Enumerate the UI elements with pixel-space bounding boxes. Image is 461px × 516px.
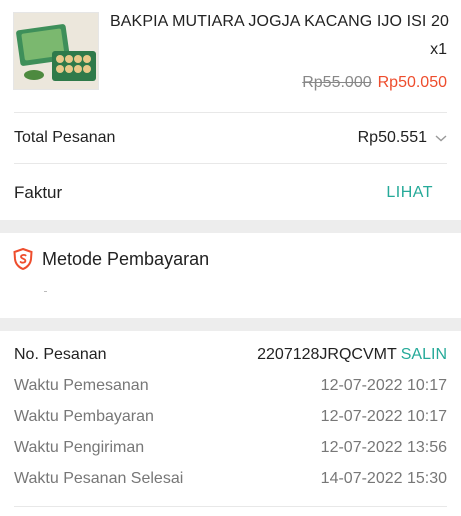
order-total-label: Total Pesanan [14,129,116,146]
divider [14,506,447,507]
completed-time-value: 14-07-2022 15:30 [320,470,447,487]
product-image [14,13,98,89]
shipping-time-label: Waktu Pengiriman [14,439,145,456]
product-quantity: x1 [430,41,447,58]
product-name: BAKPIA MUTIARA JOGJA KACANG IJO ISI 20 [110,13,450,30]
payment-time-row: Waktu Pembayaran 12-07-2022 10:17 [14,408,447,430]
payment-method-section: Metode Pembayaran [0,233,461,318]
order-number-label: No. Pesanan [14,346,107,363]
section-gap [0,318,461,331]
order-details-section: No. Pesanan 2207128JRQCVMT SALIN Waktu Pe… [0,331,461,506]
invoice-row: Faktur LIHAT [0,164,461,220]
product-thumbnail[interactable] [13,12,99,90]
order-number-row: No. Pesanan 2207128JRQCVMT SALIN [14,346,447,368]
chevron-down-icon[interactable] [435,133,447,143]
order-time-label: Waktu Pemesanan [14,377,149,394]
section-gap [0,220,461,233]
order-time-row: Waktu Pemesanan 12-07-2022 10:17 [14,377,447,399]
order-number-value: 2207128JRQCVMT [257,346,397,363]
shipping-time-row: Waktu Pengiriman 12-07-2022 13:56 [14,439,447,461]
payment-method-title: Metode Pembayaran [42,249,210,269]
discounted-price: Rp50.050 [377,74,447,91]
invoice-label: Faktur [14,183,63,202]
placeholder-mark [44,291,47,292]
completed-time-label: Waktu Pesanan Selesai [14,470,184,487]
shipping-time-value: 12-07-2022 13:56 [320,439,447,456]
payment-time-label: Waktu Pembayaran [14,408,154,425]
copy-order-number-button[interactable]: SALIN [401,346,447,363]
payment-time-value: 12-07-2022 10:17 [320,408,447,425]
order-time-value: 12-07-2022 10:17 [320,377,447,394]
order-total-value: Rp50.551 [357,129,427,146]
product-prices: Rp55.000 Rp50.050 [302,74,447,92]
view-invoice-link[interactable]: LIHAT [386,184,433,202]
original-price: Rp55.000 [302,74,372,91]
shield-icon [13,248,33,270]
order-number-value-group: 2207128JRQCVMT SALIN [257,346,447,364]
order-total-row[interactable]: Total Pesanan Rp50.551 [0,113,461,163]
completed-time-row: Waktu Pesanan Selesai 14-07-2022 15:30 [14,470,447,492]
product-item[interactable]: BAKPIA MUTIARA JOGJA KACANG IJO ISI 20 x… [0,0,461,112]
